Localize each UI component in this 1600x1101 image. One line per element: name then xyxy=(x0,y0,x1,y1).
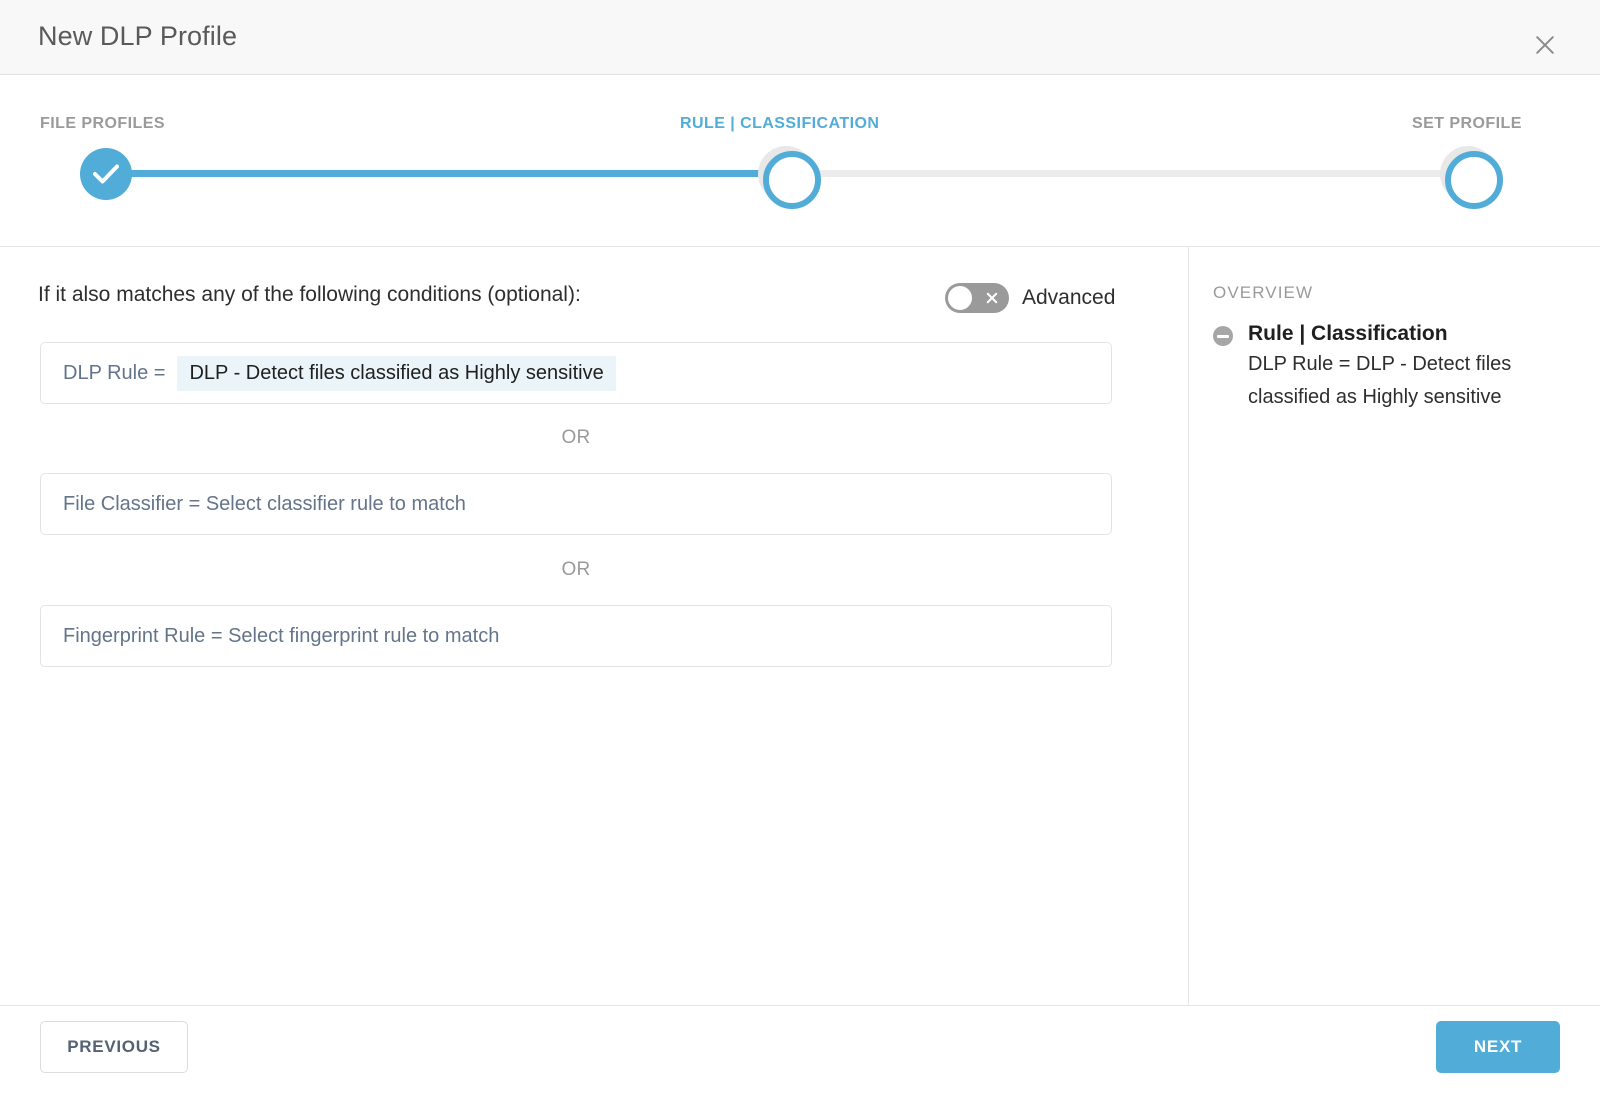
previous-button[interactable]: PREVIOUS xyxy=(40,1021,188,1073)
condition-row-dlp-rule[interactable]: DLP Rule = DLP - Detect files classified… xyxy=(40,342,1112,404)
condition-placeholder: File Classifier = Select classifier rule… xyxy=(63,492,466,515)
toggle-knob xyxy=(948,286,972,310)
advanced-toggle-group: Advanced xyxy=(945,283,1115,313)
overview-title: OVERVIEW xyxy=(1213,283,1314,302)
stepper-step-label: FILE PROFILES xyxy=(40,115,165,132)
minus-circle-icon[interactable] xyxy=(1213,326,1233,346)
stepper-step-label: RULE | CLASSIFICATION xyxy=(680,115,880,132)
circle-icon[interactable] xyxy=(1440,146,1503,209)
overview-item: Rule | Classification DLP Rule = DLP - D… xyxy=(1213,322,1553,414)
condition-row-file-classifier[interactable]: File Classifier = Select classifier rule… xyxy=(40,473,1112,535)
or-separator: OR xyxy=(561,427,591,448)
overview-item-heading: Rule | Classification xyxy=(1248,322,1448,345)
close-icon xyxy=(985,291,999,305)
or-separator: OR xyxy=(561,559,591,580)
next-button[interactable]: NEXT xyxy=(1436,1021,1560,1073)
condition-placeholder: Fingerprint Rule = Select fingerprint ru… xyxy=(63,624,500,647)
wizard-stepper: FILE PROFILES RULE | CLASSIFICATION SET … xyxy=(0,75,1600,247)
advanced-toggle-label: Advanced xyxy=(1022,286,1116,309)
condition-label: DLP Rule = xyxy=(63,361,166,384)
conditions-prompt: If it also matches any of the following … xyxy=(38,283,581,306)
condition-value-chip[interactable]: DLP - Detect files classified as Highly … xyxy=(177,355,616,391)
check-icon[interactable] xyxy=(80,148,132,200)
overview-item-header: Rule | Classification xyxy=(1213,322,1553,346)
circle-icon[interactable] xyxy=(758,146,821,209)
dialog-title: New DLP Profile xyxy=(38,21,238,51)
dialog-header: New DLP Profile xyxy=(0,0,1600,75)
advanced-toggle[interactable] xyxy=(945,283,1009,313)
new-dlp-profile-dialog: New DLP Profile FILE PROFILES RULE | CLA… xyxy=(0,0,1600,1101)
condition-row-fingerprint-rule[interactable]: Fingerprint Rule = Select fingerprint ru… xyxy=(40,605,1112,667)
stepper-step-label: SET PROFILE xyxy=(1412,115,1522,132)
close-icon[interactable] xyxy=(1532,32,1558,58)
dialog-footer: PREVIOUS NEXT xyxy=(0,1005,1600,1101)
stepper-track-progress xyxy=(106,170,786,177)
overview-item-detail: DLP Rule = DLP - Detect files classified… xyxy=(1248,353,1512,408)
